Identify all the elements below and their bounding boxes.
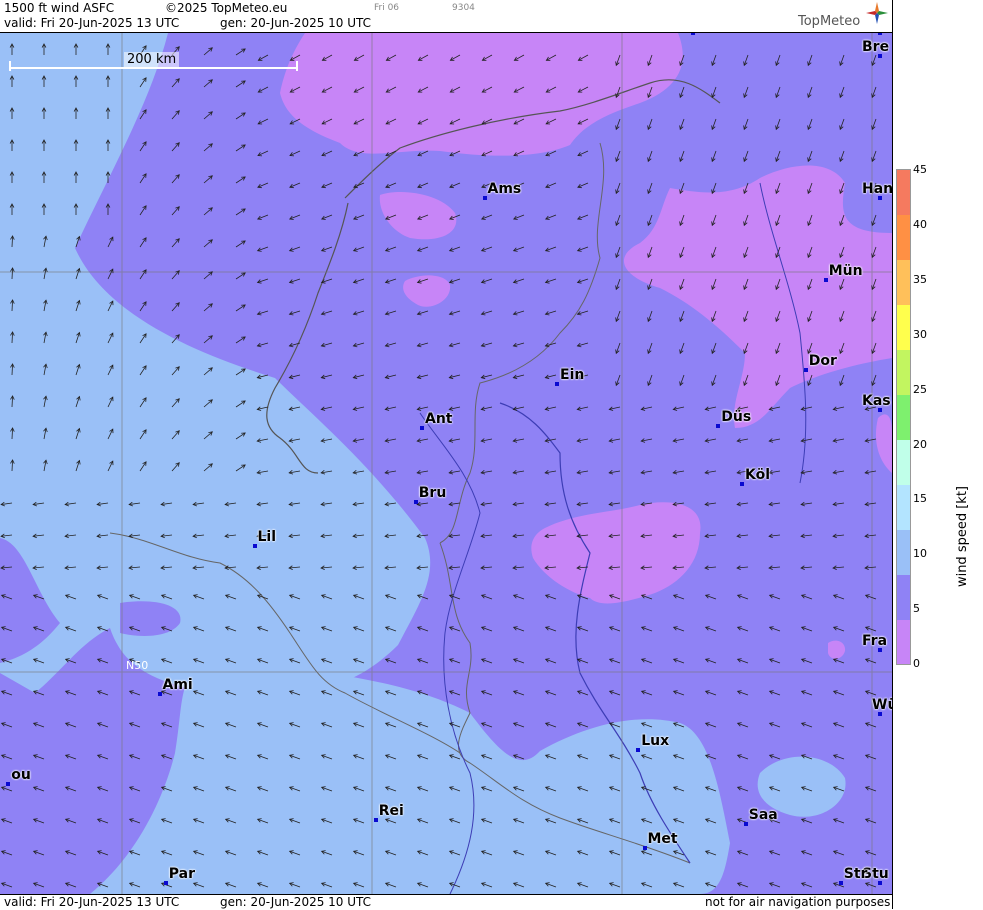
wind-speed-legend: 45 40 35 30 25 20 15 10 5 0 wind speed [kt]: [892, 0, 983, 909]
city-label: Str: [843, 866, 868, 882]
valid-time: valid: Fri 20-Jun-2025 13 UTC: [4, 16, 180, 30]
city-marker: [252, 544, 257, 548]
legend-band: [897, 349, 910, 396]
generated-time: gen: 20-Jun-2025 10 UTC: [220, 16, 372, 30]
city-label: Bru: [418, 485, 447, 501]
city-marker: [642, 846, 647, 850]
legend-band: [897, 574, 910, 620]
legend-title: wind speed [kt]: [955, 486, 970, 588]
map-header: 1500 ft wind ASFC ©2025 TopMeteo.eu Fri …: [0, 0, 892, 33]
city-label: Ami: [162, 677, 193, 693]
city-label: Rei: [378, 803, 404, 819]
legend-tick: 0: [913, 657, 920, 671]
map-footer: valid: Fri 20-Jun-2025 13 UTC gen: 20-Ju…: [0, 894, 892, 910]
legend-tick: 10: [913, 547, 927, 561]
legend-band: [897, 304, 910, 351]
city-label: Lil: [257, 529, 277, 545]
scale-bar-label: 200 km: [124, 52, 180, 67]
wind-arrow: [11, 267, 13, 280]
city-label: Par: [168, 866, 195, 882]
copyright-text: ©2025 TopMeteo.eu: [165, 1, 288, 15]
city-label: Ams: [487, 181, 522, 197]
city-label: Köl: [745, 467, 771, 483]
compass-icon: [866, 2, 888, 24]
city-marker: [740, 482, 744, 486]
city-marker: [691, 33, 696, 35]
day-code: Fri 06: [374, 3, 400, 13]
city-label: Wü: [872, 697, 892, 713]
wind-arrow: [11, 459, 13, 472]
legend-band: [897, 484, 910, 530]
brand-logo: TopMeteo: [798, 14, 861, 29]
legend-tick: 25: [913, 382, 927, 396]
city-marker: [636, 748, 641, 752]
city-label: Mün: [828, 263, 863, 279]
legend-tick: 5: [913, 602, 920, 616]
city-marker: [743, 822, 748, 826]
legend-band: [897, 529, 910, 575]
legend-tick: 20: [913, 437, 927, 451]
city-marker: [803, 368, 808, 372]
legend-band: [897, 619, 910, 665]
city-label: Saa: [748, 807, 778, 823]
city-label: Han: [862, 181, 892, 197]
city-marker: [838, 881, 843, 885]
footer-valid-time: valid: Fri 20-Jun-2025 13 UTC: [4, 895, 180, 909]
legend-tick: 35: [913, 272, 927, 286]
city-marker: [6, 782, 11, 786]
city-label: Lux: [641, 733, 670, 749]
wind-map[interactable]: 200 km N50 GroBreHaAmsHanMünEinDorKasAnt…: [0, 33, 892, 894]
wind-arrow: [11, 427, 13, 440]
wind-arrow: [11, 331, 13, 344]
city-marker: [482, 196, 487, 200]
city-marker: [420, 426, 424, 430]
wind-arrow: [11, 299, 13, 312]
city-label: Dor: [808, 353, 837, 369]
city-marker: [413, 500, 418, 504]
legend-color-bar: [896, 169, 911, 665]
city-marker: [823, 278, 828, 282]
legend-tick: 45: [913, 163, 927, 176]
legend-band: [897, 259, 910, 306]
city-marker: [878, 33, 882, 35]
legend-tick: 40: [913, 217, 927, 231]
city-marker: [716, 424, 721, 428]
latitude-label: N50: [126, 659, 149, 672]
city-label: Met: [647, 831, 678, 847]
city-marker: [555, 382, 559, 386]
city-label: Kas: [862, 393, 891, 409]
legend-band: [897, 439, 910, 485]
legend-band: [897, 170, 910, 216]
city-label: Bre: [862, 39, 890, 55]
city-marker: [163, 881, 168, 885]
wind-arrow: [11, 363, 13, 376]
city-label: Ant: [425, 411, 453, 427]
city-marker: [157, 692, 162, 696]
product-title: 1500 ft wind ASFC: [4, 1, 115, 15]
wind-arrow: [11, 235, 13, 248]
city-marker: [373, 818, 378, 822]
city-label: Ein: [560, 367, 585, 383]
city-label: Düs: [721, 409, 752, 425]
city-label: ou: [11, 767, 31, 783]
code-number: 9304: [452, 3, 475, 13]
legend-tick: 30: [913, 327, 927, 341]
footer-generated-time: gen: 20-Jun-2025 10 UTC: [220, 895, 372, 909]
legend-band: [897, 394, 910, 440]
legend-tick: 15: [913, 492, 927, 506]
footer-disclaimer: not for air navigation purposes: [705, 895, 891, 909]
wind-arrow: [11, 395, 13, 408]
city-label: Fra: [862, 633, 888, 649]
wind-speed-field: [0, 33, 892, 894]
legend-band: [897, 214, 910, 261]
